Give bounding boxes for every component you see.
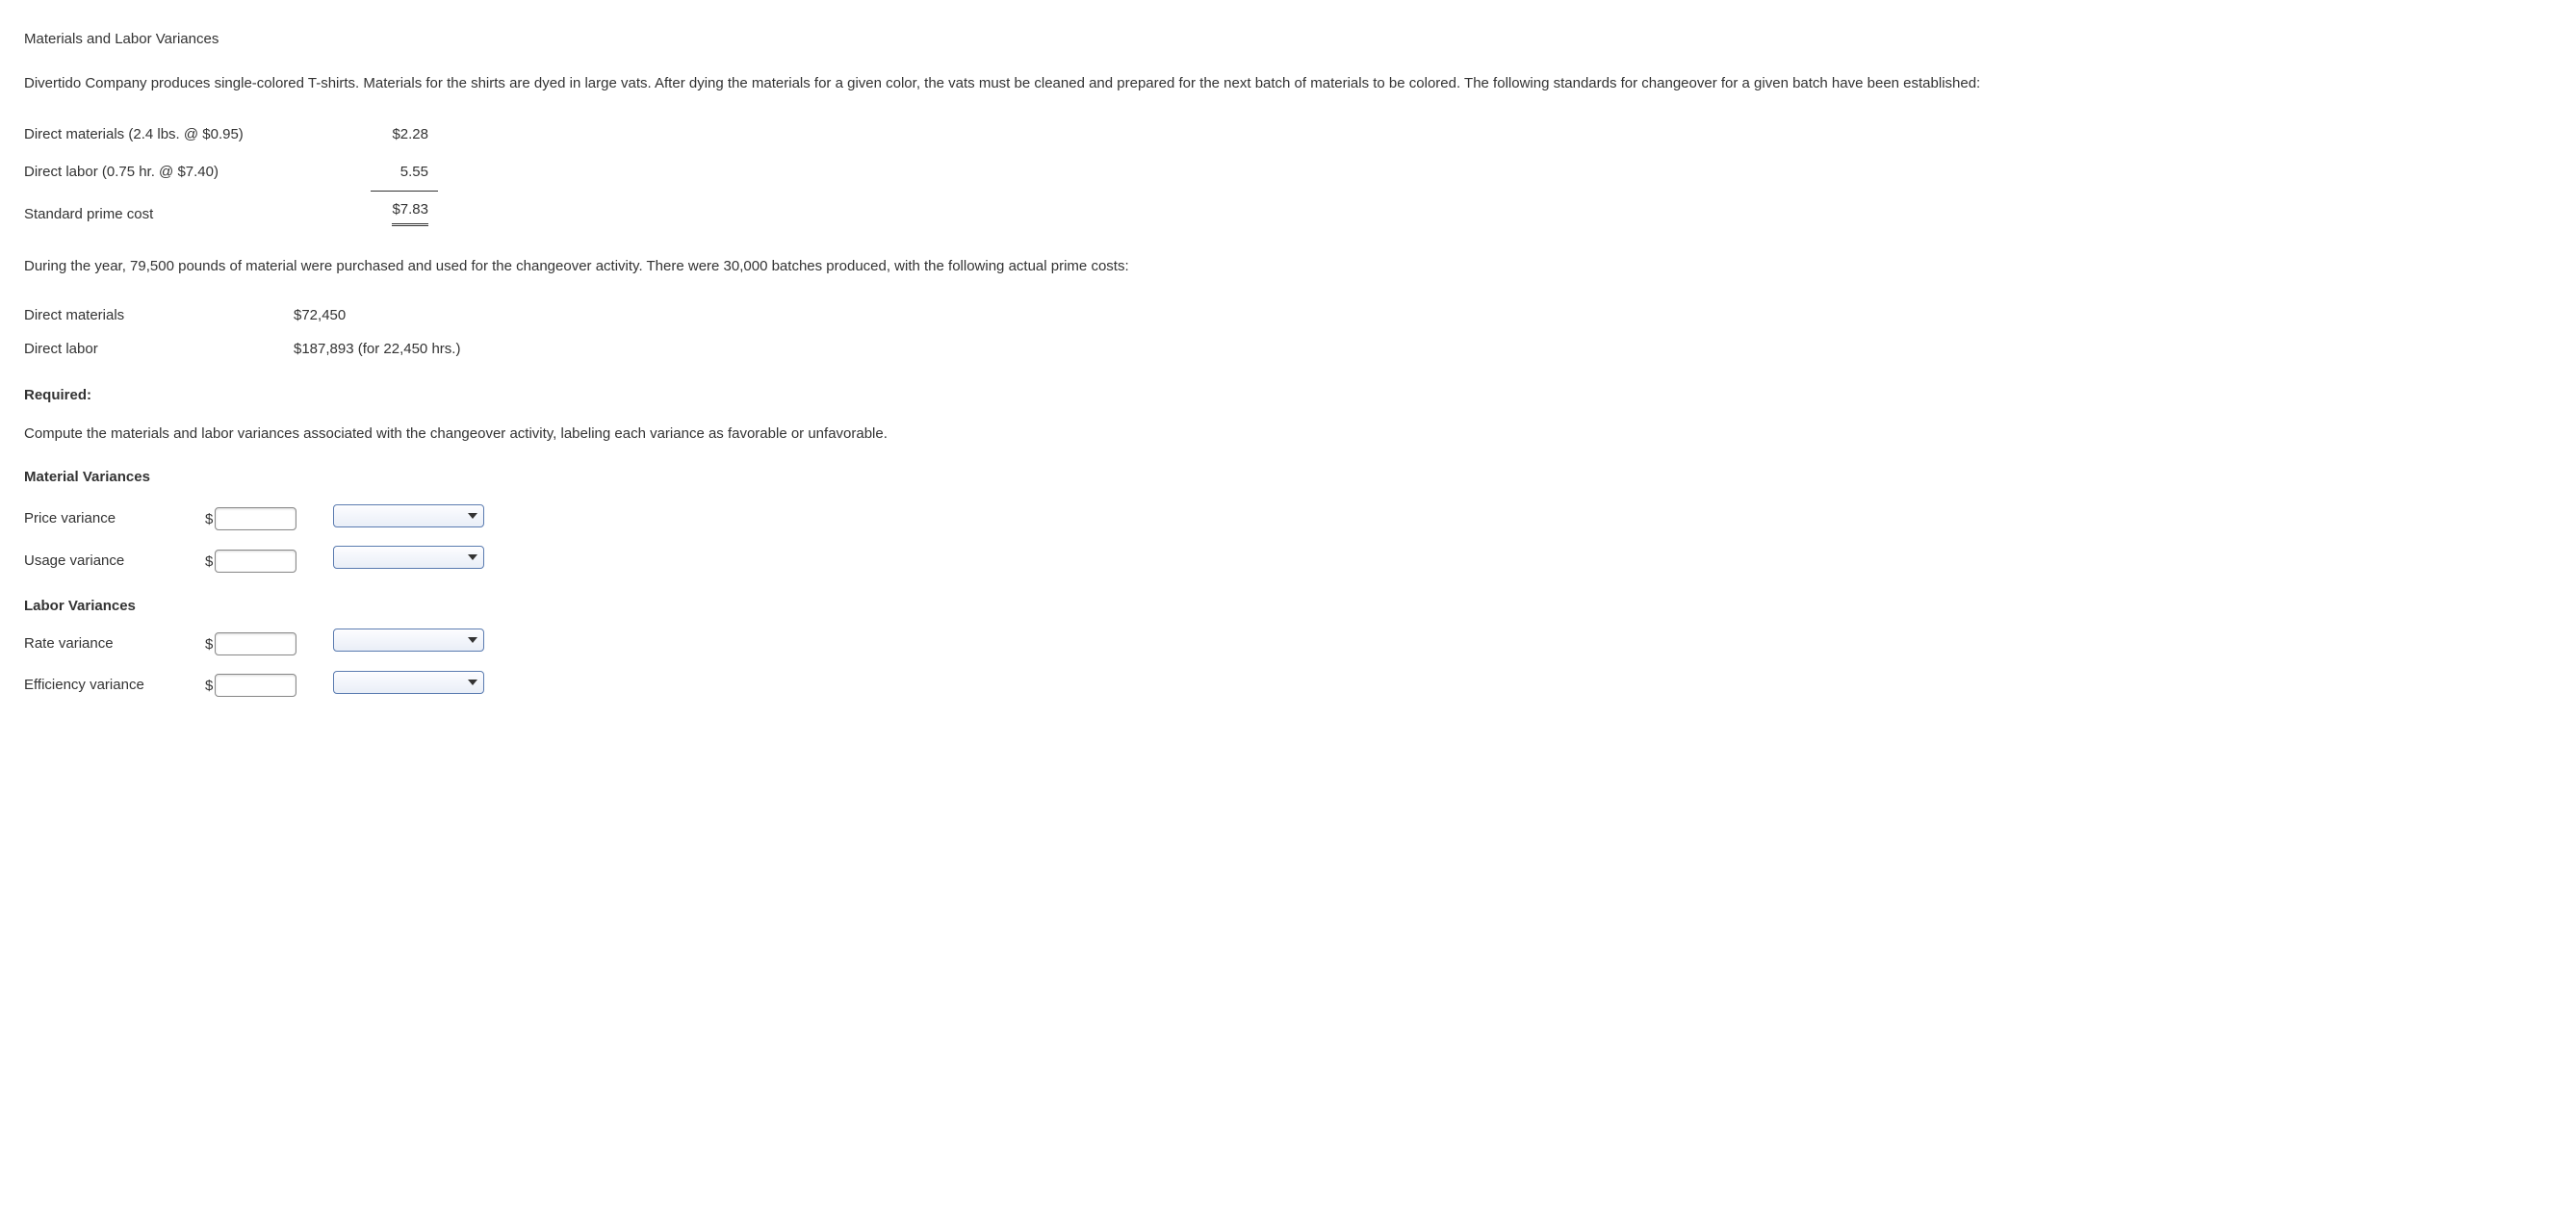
- variance-table: Price variance $ Usage variance $ Labor …: [24, 499, 492, 707]
- usage-variance-label: Usage variance: [24, 540, 205, 582]
- usage-variance-row: Usage variance $: [24, 540, 492, 582]
- price-variance-row: Price variance $: [24, 499, 492, 541]
- during-paragraph: During the year, 79,500 pounds of materi…: [24, 253, 2552, 281]
- standards-dl-label: Direct labor (0.75 hr. @ $7.40): [24, 154, 371, 192]
- efficiency-variance-select[interactable]: [333, 671, 484, 694]
- required-text: Compute the materials and labor variance…: [24, 421, 2552, 449]
- page-title: Materials and Labor Variances: [24, 29, 2552, 51]
- rate-variance-row: Rate variance $: [24, 623, 492, 665]
- currency-symbol: $: [205, 678, 213, 694]
- actual-dl-label: Direct labor: [24, 333, 294, 367]
- usage-variance-select[interactable]: [333, 546, 484, 569]
- labor-variances-header: Labor Variances: [24, 582, 492, 624]
- actual-table: Direct materials $72,450 Direct labor $1…: [24, 299, 470, 366]
- standards-dm-value: $2.28: [371, 116, 438, 154]
- efficiency-variance-row: Efficiency variance $: [24, 665, 492, 707]
- currency-symbol: $: [205, 636, 213, 653]
- actual-dl-value: $187,893 (for 22,450 hrs.): [294, 333, 470, 367]
- rate-variance-select[interactable]: [333, 629, 484, 652]
- rate-variance-input[interactable]: [215, 632, 296, 655]
- currency-symbol: $: [205, 553, 213, 570]
- standards-table: Direct materials (2.4 lbs. @ $0.95) $2.2…: [24, 116, 438, 234]
- standards-dl-value: 5.55: [371, 154, 438, 192]
- price-variance-label: Price variance: [24, 499, 205, 541]
- standards-spc-value-cell: $7.83: [371, 192, 438, 234]
- intro-paragraph: Divertido Company produces single-colore…: [24, 70, 2552, 98]
- chevron-down-icon: [468, 637, 477, 643]
- required-label: Required:: [24, 385, 2552, 407]
- rate-variance-label: Rate variance: [24, 623, 205, 665]
- currency-symbol: $: [205, 511, 213, 527]
- material-variances-header: Material Variances: [24, 467, 2552, 489]
- standards-spc-label: Standard prime cost: [24, 192, 371, 234]
- price-variance-select[interactable]: [333, 504, 484, 527]
- standards-spc-value: $7.83: [392, 199, 428, 226]
- standards-dm-label: Direct materials (2.4 lbs. @ $0.95): [24, 116, 371, 154]
- price-variance-input[interactable]: [215, 507, 296, 530]
- usage-variance-input[interactable]: [215, 550, 296, 573]
- actual-dm-label: Direct materials: [24, 299, 294, 333]
- chevron-down-icon: [468, 513, 477, 519]
- efficiency-variance-label: Efficiency variance: [24, 665, 205, 707]
- chevron-down-icon: [468, 554, 477, 560]
- actual-dm-value: $72,450: [294, 299, 470, 333]
- efficiency-variance-input[interactable]: [215, 674, 296, 697]
- chevron-down-icon: [468, 680, 477, 685]
